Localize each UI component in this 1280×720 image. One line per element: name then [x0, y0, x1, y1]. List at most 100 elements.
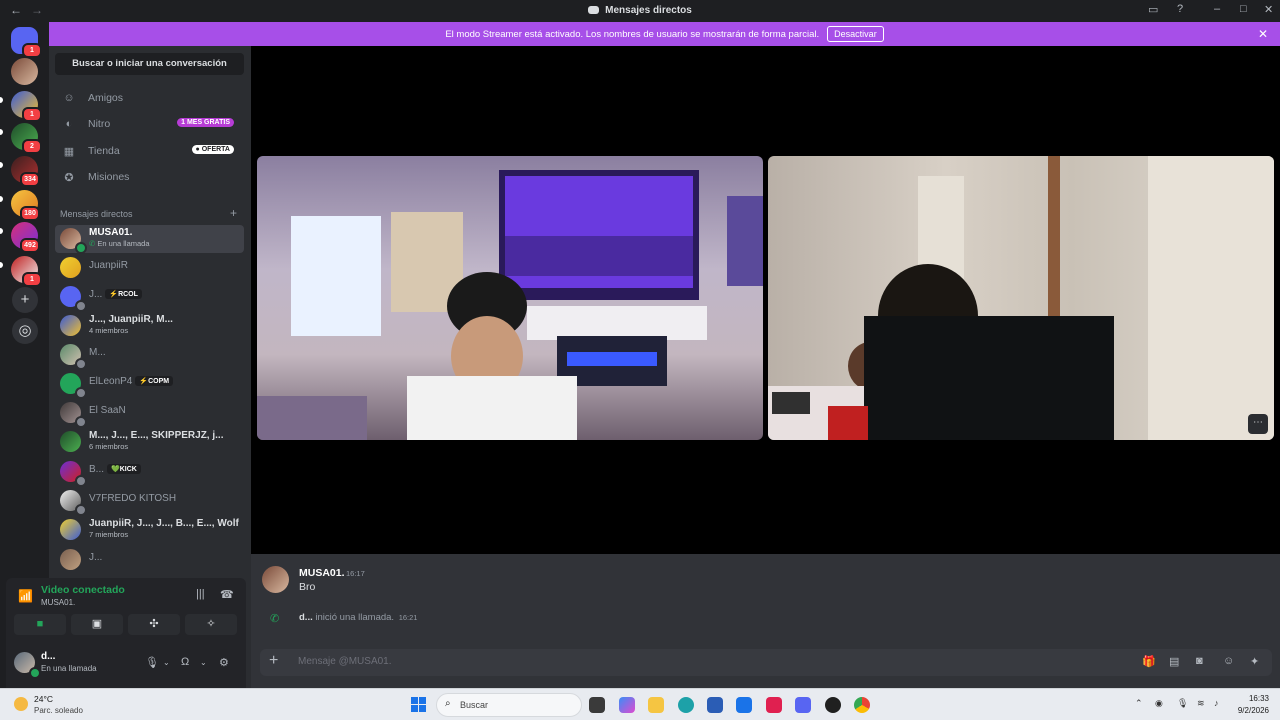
camera-button[interactable]: ■: [14, 614, 66, 635]
nav-friends[interactable]: ☺ Amigos: [55, 86, 244, 110]
discover-icon[interactable]: ◎: [12, 318, 38, 344]
voice-status[interactable]: Video conectado: [41, 584, 125, 596]
add-server-icon[interactable]: +: [12, 287, 38, 313]
outlook-icon[interactable]: [736, 697, 752, 713]
dm-group-item[interactable]: M..., J..., E..., SKIPPERJZ, j... 6 miem…: [55, 428, 244, 456]
server-icon-5[interactable]: 492: [11, 222, 40, 253]
disable-streamer-button[interactable]: Desactivar: [827, 26, 884, 42]
activities-button[interactable]: ✣: [128, 614, 180, 635]
gif-icon[interactable]: ▤: [1169, 655, 1179, 668]
close-banner-icon[interactable]: ✕: [1258, 27, 1268, 41]
windows-taskbar: 24°C Parc. soleado ⌕ Buscar ⌃ ◉ 🎙 ≋ ♪ 16…: [0, 688, 1280, 720]
apps-icon[interactable]: ✦: [1250, 655, 1259, 668]
inbox-icon[interactable]: ▭: [1148, 3, 1158, 16]
user-name[interactable]: d...: [41, 651, 55, 662]
message-author[interactable]: MUSA01.: [299, 567, 345, 579]
dm-item[interactable]: V7FREDO KITOSH: [55, 487, 244, 516]
video-tile-participant-2[interactable]: ⋯: [768, 156, 1274, 440]
create-dm-icon[interactable]: +: [230, 206, 237, 220]
video-tile-musa01[interactable]: [257, 156, 763, 440]
tray-app-icon[interactable]: ◉: [1155, 698, 1163, 709]
dm-item[interactable]: El SaaN: [55, 399, 244, 428]
group-avatar: [60, 431, 81, 452]
weather-sun-icon[interactable]: [14, 697, 28, 711]
wifi-icon[interactable]: ≋: [1197, 698, 1205, 709]
help-icon[interactable]: ?: [1177, 3, 1183, 15]
nav-quests[interactable]: ✪ Misiones: [55, 165, 244, 189]
emoji-icon[interactable]: ☺: [1223, 655, 1234, 667]
status-dot: [75, 416, 87, 428]
microphone-icon[interactable]: 🎙: [145, 656, 159, 669]
nav-label: Misiones: [88, 171, 130, 183]
phone-icon: ✆: [89, 239, 96, 248]
clock-time[interactable]: 16:33: [1237, 694, 1269, 703]
message-avatar[interactable]: [262, 566, 289, 593]
server-icon-3[interactable]: 334: [11, 156, 40, 187]
signal-icon[interactable]: 📶: [18, 589, 33, 603]
weather-description[interactable]: Parc. soleado: [34, 706, 83, 715]
noise-suppression-icon[interactable]: |||: [196, 588, 205, 600]
chrome-icon[interactable]: [854, 697, 870, 713]
message-composer[interactable]: + Mensaje @MUSA01. 🎁 ▤ ◙ ☺ ✦: [260, 649, 1272, 676]
voice-channel[interactable]: MUSA01.: [41, 598, 75, 607]
message-input[interactable]: Mensaje @MUSA01.: [298, 656, 392, 667]
weather-temperature[interactable]: 24°C: [34, 694, 53, 704]
nav-shop[interactable]: ▦ Tienda ● OFERTA: [55, 139, 244, 163]
server-icon-6[interactable]: 1: [11, 256, 42, 287]
status-dot: [75, 358, 87, 370]
server-badge: 180: [20, 206, 40, 221]
find-conversation-button[interactable]: Buscar o iniciar una conversación: [55, 53, 244, 75]
headphones-icon[interactable]: Ω: [181, 656, 189, 668]
app-icon[interactable]: [825, 697, 841, 713]
taskbar-search[interactable]: ⌕ Buscar: [436, 693, 582, 717]
server-icon-1[interactable]: 1: [11, 91, 42, 122]
maximize-icon[interactable]: □: [1240, 3, 1247, 15]
server-icon-4[interactable]: 180: [11, 190, 40, 221]
disconnect-icon[interactable]: ☎: [220, 588, 234, 601]
nav-nitro[interactable]: ◐ Nitro 1 MES GRATIS: [55, 112, 244, 136]
tray-chevron-up-icon[interactable]: ⌃: [1135, 698, 1143, 709]
dm-item[interactable]: MUSA01. ✆ En una llamada: [55, 225, 244, 254]
close-window-icon[interactable]: ✕: [1264, 3, 1273, 16]
tray-microphone-icon[interactable]: 🎙: [1177, 698, 1188, 709]
screen-share-button[interactable]: ▣: [71, 614, 123, 635]
nitro-promo-tag: 1 MES GRATIS: [177, 118, 234, 127]
clan-tag: 💚KICK: [107, 464, 141, 474]
task-view-icon[interactable]: [589, 697, 605, 713]
dm-item[interactable]: B... 💚KICK: [55, 458, 244, 487]
chevron-down-icon[interactable]: ⌄: [163, 658, 170, 667]
dm-group-item[interactable]: JuanpiiR, J..., J..., B..., E..., Wolf..…: [55, 516, 244, 544]
edge-icon[interactable]: [678, 697, 694, 713]
discord-taskbar-icon[interactable]: [795, 697, 811, 713]
attach-plus-icon[interactable]: +: [269, 652, 278, 670]
dm-name: JuanpiiR, J..., J..., B..., E..., Wolf..…: [89, 518, 239, 529]
tiktok-icon[interactable]: [766, 697, 782, 713]
store-icon[interactable]: [707, 697, 723, 713]
soundboard-button[interactable]: ✧: [185, 614, 237, 635]
dm-group-item[interactable]: J..., JuanpiiR, M... 4 miembros: [55, 312, 244, 340]
minimize-icon[interactable]: –: [1214, 3, 1220, 15]
home-badge: 1: [22, 43, 42, 58]
clock-date[interactable]: 9/2/2026: [1225, 706, 1269, 715]
search-icon: ⌕: [445, 698, 451, 709]
copilot-icon[interactable]: [619, 697, 635, 713]
dm-item[interactable]: M...: [55, 341, 244, 370]
windows-start-icon[interactable]: [411, 697, 426, 712]
file-explorer-icon[interactable]: [648, 697, 664, 713]
volume-icon[interactable]: ♪: [1214, 698, 1219, 708]
dm-item[interactable]: J...: [55, 546, 244, 574]
dm-item[interactable]: J... ⚡RCOL: [55, 283, 244, 312]
quests-icon: ✪: [64, 171, 74, 184]
chevron-down-icon[interactable]: ⌄: [200, 658, 207, 667]
dm-item[interactable]: JuanpiiR: [55, 254, 244, 282]
home-button[interactable]: 1: [11, 27, 42, 58]
settings-gear-icon[interactable]: ⚙: [219, 656, 229, 669]
server-icon-2[interactable]: 2: [11, 123, 42, 154]
window-title: Mensajes directos: [0, 5, 1280, 16]
dm-avatar-server[interactable]: [11, 58, 38, 85]
discord-logo-icon: [588, 6, 600, 14]
gift-icon[interactable]: 🎁: [1142, 655, 1156, 668]
dm-item[interactable]: ElLeonP4 ⚡COPM: [55, 370, 244, 399]
more-options-button[interactable]: ⋯: [1248, 414, 1268, 434]
sticker-icon[interactable]: ◙: [1196, 655, 1203, 667]
